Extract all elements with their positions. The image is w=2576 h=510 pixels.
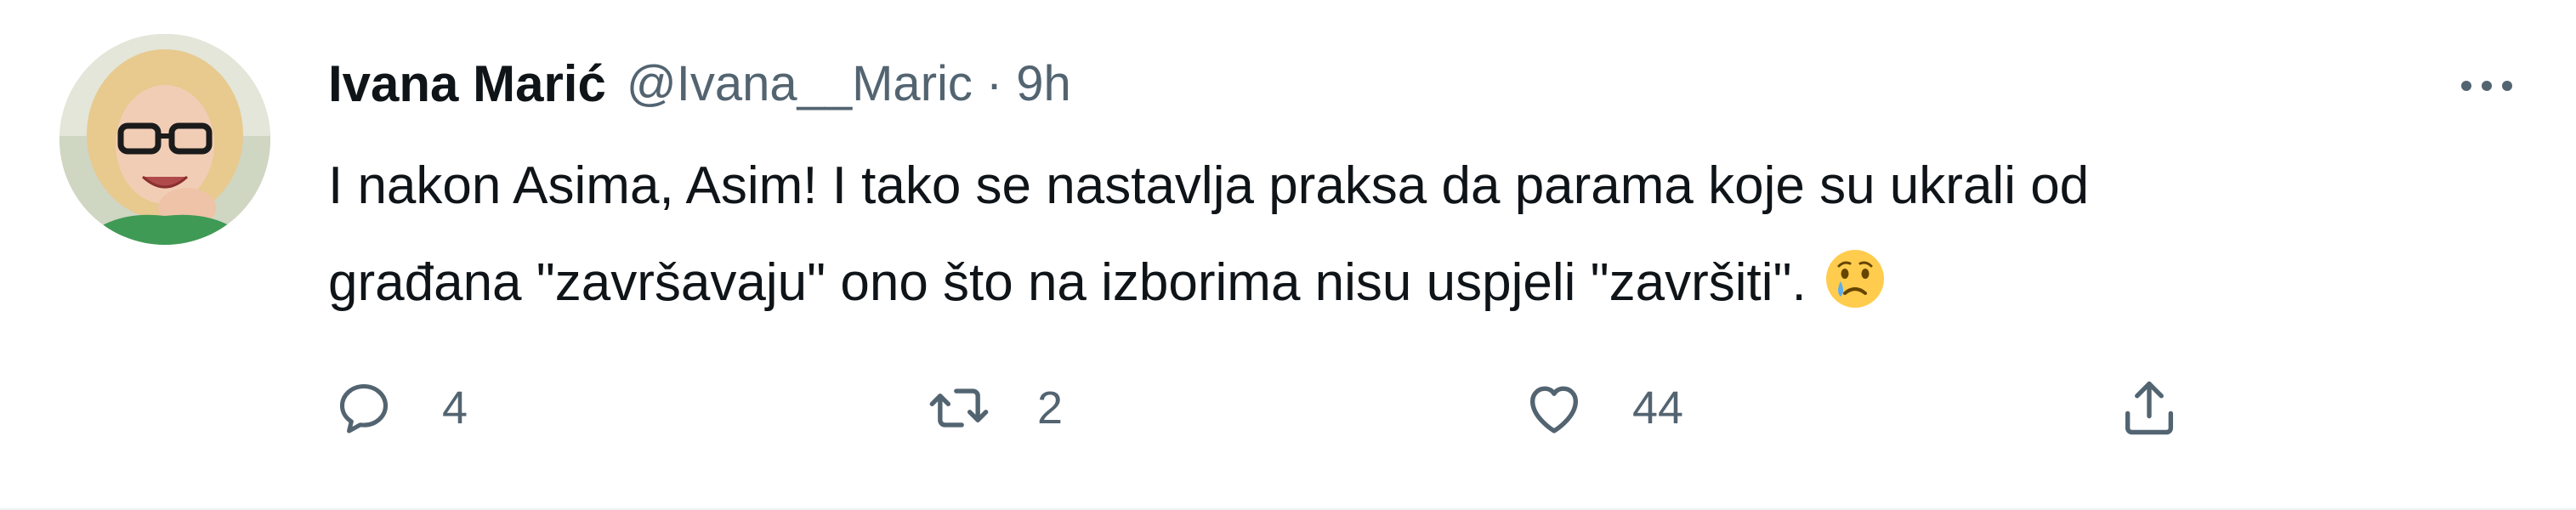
like-count: 44 bbox=[1632, 382, 1684, 434]
tweet-header: Ivana Marić @Ivana__Maric · 9h bbox=[328, 41, 1071, 126]
tweet-text-line: I nakon Asima, Asim! I tako se nastavlja… bbox=[328, 138, 2505, 235]
more-horizontal-icon[interactable] bbox=[2440, 56, 2533, 116]
action-bar: 4 2 44 bbox=[328, 366, 2369, 450]
share-button[interactable] bbox=[2114, 366, 2185, 450]
share-icon bbox=[2114, 372, 2185, 444]
tweet-timestamp[interactable]: 9h bbox=[1016, 55, 1071, 112]
reply-button[interactable]: 4 bbox=[328, 366, 468, 450]
avatar[interactable] bbox=[60, 34, 270, 245]
author-name[interactable]: Ivana Marić bbox=[328, 54, 606, 113]
like-button[interactable]: 44 bbox=[1518, 366, 1683, 450]
tweet-card[interactable]: Ivana Marić @Ivana__Maric · 9h I nakon A… bbox=[0, 0, 2576, 510]
separator-dot: · bbox=[985, 55, 1003, 111]
retweet-icon bbox=[923, 372, 995, 444]
more-dot bbox=[2502, 81, 2512, 91]
tweet-text-line-2: građana "završavaju" ono što na izborima… bbox=[328, 253, 1807, 312]
reply-count: 4 bbox=[442, 382, 468, 434]
tweet-text: I nakon Asima, Asim! I tako se nastavlja… bbox=[328, 138, 2505, 343]
retweet-count: 2 bbox=[1037, 382, 1064, 434]
reply-bubble-icon bbox=[328, 372, 400, 444]
more-dot bbox=[2482, 81, 2492, 91]
tweet-text-line: građana "završavaju" ono što na izborima… bbox=[328, 235, 2505, 343]
author-handle[interactable]: @Ivana__Maric bbox=[627, 55, 973, 112]
more-dot bbox=[2461, 81, 2471, 91]
crying-face-emoji-icon bbox=[1822, 246, 1888, 343]
retweet-button[interactable]: 2 bbox=[923, 366, 1063, 450]
avatar-portrait-image bbox=[60, 34, 270, 245]
heart-icon bbox=[1518, 372, 1590, 444]
tweet-text-line-1: I nakon Asima, Asim! I tako se nastavlja… bbox=[328, 156, 2090, 215]
